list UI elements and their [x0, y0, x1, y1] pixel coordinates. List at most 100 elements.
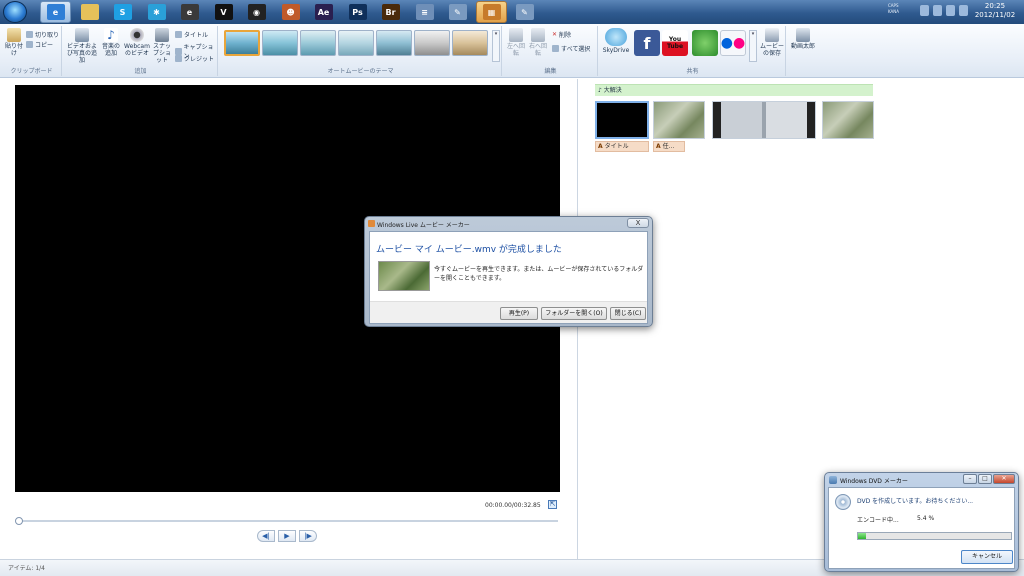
minimize-button[interactable]: – — [963, 474, 977, 484]
window-close-button[interactable]: ✕ — [993, 474, 1015, 484]
webcam-button[interactable]: Webcamのビデオ — [124, 28, 150, 57]
open-folder-button[interactable]: フォルダーを開く(O) — [541, 307, 607, 320]
title-clip[interactable] — [595, 101, 649, 139]
flickr-pink-dot: ● — [733, 35, 746, 51]
caption-tag[interactable]: A 任… — [653, 141, 685, 152]
tray-icon[interactable] — [946, 5, 955, 16]
ime-indicator[interactable]: CAPS KANA — [888, 3, 910, 15]
taskbar-app-app-v[interactable]: V — [208, 1, 239, 23]
theme-thumbnail[interactable] — [300, 30, 336, 56]
play-movie-button[interactable]: 再生(P) — [500, 307, 538, 320]
title-button[interactable]: タイトル — [175, 30, 208, 39]
theme-thumbnail[interactable] — [414, 30, 450, 56]
bridge-icon: Br — [381, 4, 400, 20]
taskbar-app-game-app[interactable]: ☻ — [275, 1, 306, 23]
video-clip[interactable] — [653, 101, 705, 139]
paste-label: 貼り付け — [4, 43, 23, 57]
facebook-icon[interactable]: f — [634, 30, 660, 56]
add-music-button[interactable]: ♪ 音楽の追加 — [100, 28, 122, 57]
start-button[interactable] — [3, 1, 27, 23]
taskbar-app-dvd-maker-2[interactable]: ✎ — [509, 1, 540, 23]
rotate-right-icon — [531, 28, 545, 42]
text-icon: A — [598, 143, 603, 150]
taskbar-app-movie-maker[interactable]: ▦ — [476, 1, 507, 23]
rotate-right-button[interactable]: 右へ回転 — [528, 28, 548, 57]
taskbar-app-after-effects[interactable]: Ae — [308, 1, 339, 23]
theme-thumbnail[interactable] — [224, 30, 260, 56]
theme-thumbnail[interactable] — [452, 30, 488, 56]
volume-icon[interactable] — [959, 5, 968, 16]
youtube-label: You Tube — [666, 36, 684, 50]
video-clip[interactable] — [822, 101, 874, 139]
dvd-window-title: Windows DVD メーカー — [840, 478, 908, 485]
add-video-button[interactable]: ビデオおよび写真の追加 — [66, 28, 98, 64]
tray-icon[interactable] — [920, 5, 929, 16]
theme-thumbnail[interactable] — [376, 30, 412, 56]
youtube-icon[interactable]: You Tube — [662, 30, 688, 56]
skydrive-button[interactable]: SkyDrive — [602, 28, 630, 54]
select-all-label: すべて選択 — [561, 46, 591, 53]
paste-button[interactable]: 貼り付け — [4, 28, 24, 57]
encode-progress-bar — [857, 532, 1012, 540]
cut-button[interactable]: 切り取り — [26, 30, 59, 39]
select-all-button[interactable]: すべて選択 — [552, 44, 590, 53]
video-clip[interactable] — [712, 101, 816, 139]
caption-label: 任… — [662, 143, 675, 150]
taskbar-app-photoshop[interactable]: Ps — [342, 1, 373, 23]
app-dark-icon: e — [180, 4, 199, 20]
taskbar-app-dvd-maker[interactable]: ✎ — [442, 1, 473, 23]
edit-group: 左へ回転 右へ回転 ✕ 削除 すべて選択 編集 — [504, 26, 598, 76]
system-tray — [920, 5, 968, 16]
music-track[interactable]: ♪ 大解決 — [595, 84, 873, 96]
remove-button[interactable]: ✕ 削除 — [552, 30, 571, 39]
dialog-close-action-button[interactable]: 閉じる(C) — [610, 307, 646, 320]
seek-thumb[interactable] — [15, 517, 23, 525]
snapshot-button[interactable]: スナップショット — [152, 28, 172, 64]
taskbar-app-skype[interactable]: S — [107, 1, 138, 23]
file-explorer-icon — [80, 4, 99, 20]
taskbar-app-file-explorer[interactable] — [74, 1, 105, 23]
theme-gallery-scroll[interactable]: ▾ — [492, 30, 500, 62]
taskbar-app-app-dark[interactable]: e — [174, 1, 205, 23]
add-group: ビデオおよび写真の追加 ♪ 音楽の追加 Webcamのビデオ スナップショット … — [64, 26, 218, 76]
title-icon — [175, 31, 182, 38]
flickr-icon[interactable]: ● ● — [720, 30, 746, 56]
clock[interactable]: 20:25 2012/11/02 — [970, 2, 1020, 20]
tray-icon[interactable] — [933, 5, 942, 16]
cut-label: 切り取り — [35, 32, 60, 39]
taskbar-app-document-app[interactable]: ≡ — [409, 1, 440, 23]
seek-bar[interactable] — [15, 517, 558, 525]
dvd-maker-window: Windows DVD メーカー – □ ✕ DVD を作成しています。お待ちく… — [824, 472, 1019, 572]
completion-dialog: Windows Live ムービー メーカー X ムービー マイ ムービー.wm… — [364, 216, 653, 327]
copy-label: コピー — [35, 42, 54, 49]
play-button[interactable]: ▶ — [278, 530, 296, 542]
taskbar-app-internet-explorer[interactable]: e — [40, 1, 71, 23]
cancel-button[interactable]: キャンセル — [961, 550, 1013, 564]
save-movie-button[interactable]: ムービーの保存 — [760, 28, 784, 57]
photoshop-icon: Ps — [348, 4, 367, 20]
theme-thumbnail[interactable] — [338, 30, 374, 56]
copy-button[interactable]: コピー — [26, 40, 53, 49]
game-app-icon: ☻ — [281, 4, 300, 20]
skype-icon: S — [113, 4, 132, 20]
taskbar-app-network-tool[interactable]: ✱ — [141, 1, 172, 23]
music-note-icon: ♪ — [104, 28, 118, 42]
maximize-button[interactable]: □ — [978, 474, 992, 484]
messenger-icon[interactable] — [692, 30, 718, 56]
dialog-close-button[interactable]: X — [627, 218, 649, 228]
rotate-left-button[interactable]: 左へ回転 — [506, 28, 526, 57]
video-tool-label: 動画太郎 — [790, 43, 815, 50]
fullscreen-button[interactable]: ⇱ — [548, 500, 557, 509]
previous-frame-button[interactable]: ◀| — [257, 530, 275, 542]
title-caption-tag[interactable]: A タイトル — [595, 141, 649, 152]
theme-thumbnail[interactable] — [262, 30, 298, 56]
taskbar-app-media-app[interactable]: ◉ — [241, 1, 272, 23]
next-frame-button[interactable]: |▶ — [299, 530, 317, 542]
dialog-title: Windows Live ムービー メーカー — [377, 222, 470, 229]
clipboard-group-label: クリップボード — [10, 68, 53, 75]
share-gallery-scroll[interactable]: ▾ — [749, 30, 757, 62]
video-tool-button[interactable]: 動画太郎 — [790, 28, 816, 50]
credit-button[interactable]: クレジット — [175, 54, 214, 63]
taskbar-app-bridge[interactable]: Br — [375, 1, 406, 23]
dvd-maker-icon — [829, 476, 837, 484]
